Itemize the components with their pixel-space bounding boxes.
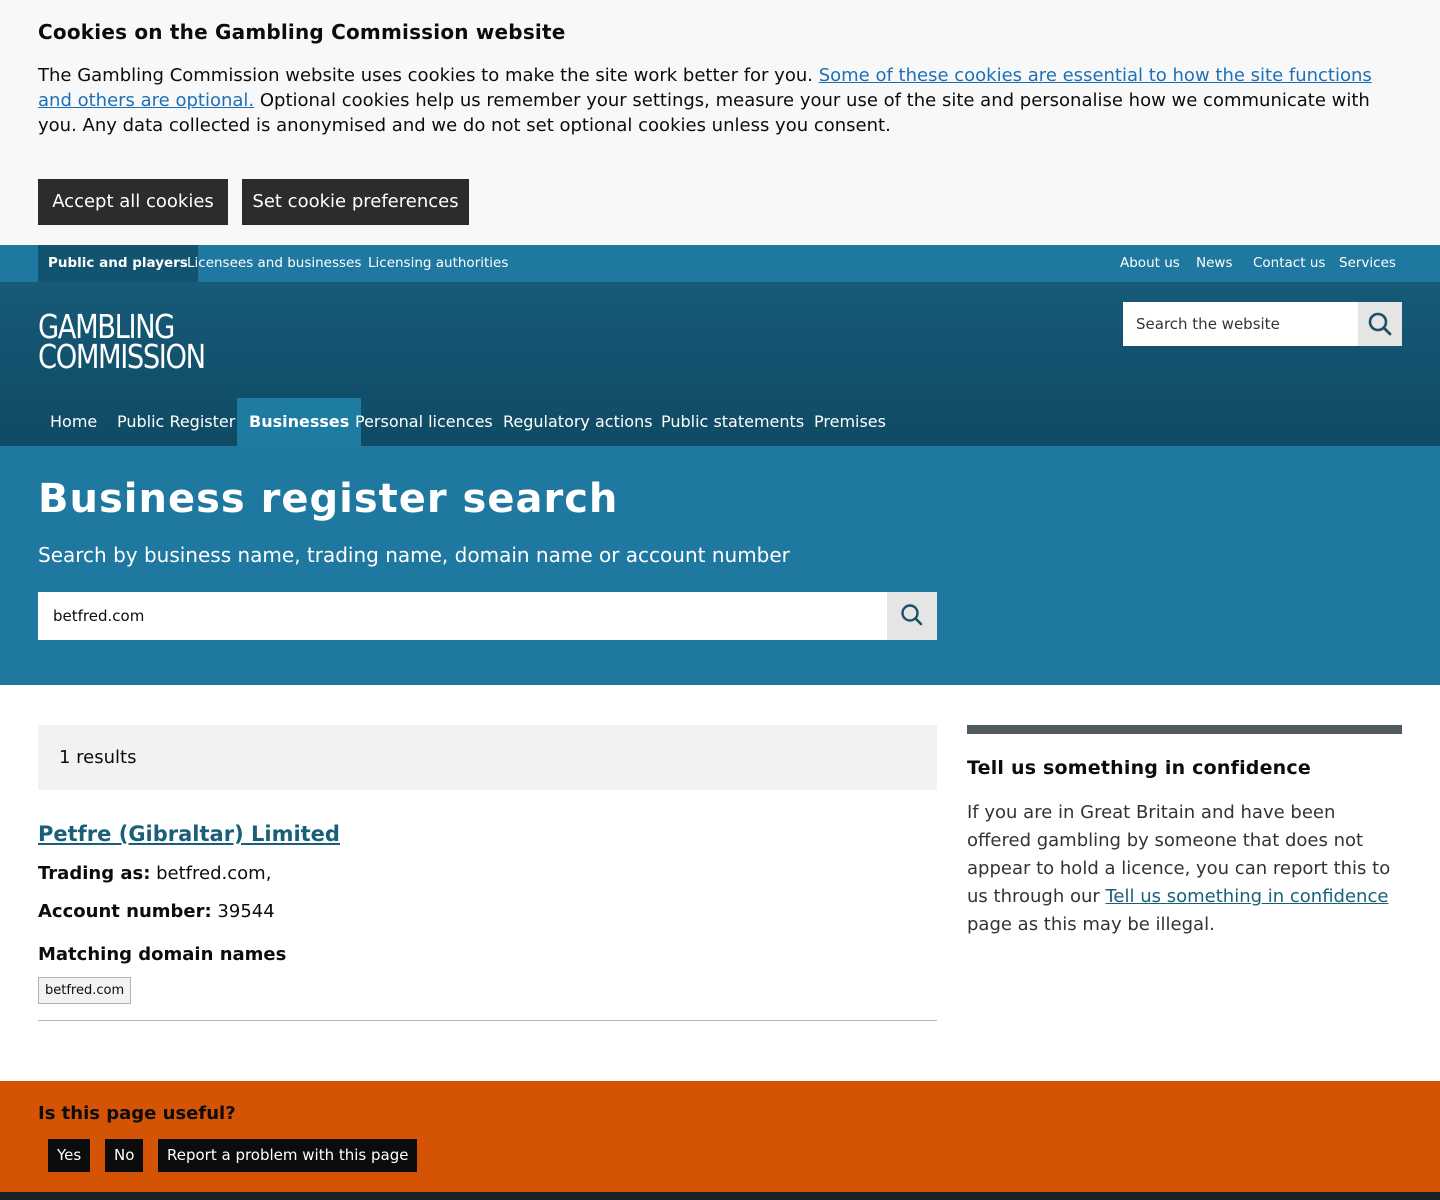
result-trading-as: Trading as: betfred.com, (38, 863, 271, 884)
cookie-banner: Cookies on the Gambling Commission websi… (0, 0, 1440, 245)
tell-us-in-confidence-link[interactable]: Tell us something in confidence (1106, 886, 1389, 907)
nav-premises[interactable]: Premises (802, 398, 898, 446)
feedback-yes-button[interactable]: Yes (48, 1139, 91, 1172)
topbar-services[interactable]: Services (1339, 245, 1396, 282)
cookie-preferences-button[interactable]: Set cookie preferences (242, 179, 469, 225)
accept-cookies-button[interactable]: Accept all cookies (38, 179, 228, 225)
nav-personal-licences[interactable]: Personal licences (343, 398, 505, 446)
topbar-news[interactable]: News (1196, 245, 1232, 282)
gambling-commission-logo[interactable]: GAMBLING COMMISSION (38, 310, 219, 376)
feedback-question: Is this page useful? (38, 1103, 236, 1124)
register-search-button[interactable] (887, 592, 937, 640)
topbar-licensees-and-businesses[interactable]: Licensees and businesses (187, 245, 361, 282)
register-search-input[interactable] (38, 592, 887, 640)
nav-regulatory-actions[interactable]: Regulatory actions (491, 398, 665, 446)
cookie-text-intro: The Gambling Commission website uses coo… (38, 65, 819, 86)
page-subtitle: Search by business name, trading name, d… (38, 543, 790, 567)
site-search-input[interactable] (1123, 302, 1358, 346)
cookie-banner-text: The Gambling Commission website uses coo… (38, 63, 1403, 138)
sidebar-text-rest: page as this may be illegal. (967, 914, 1215, 935)
topbar-contact-us[interactable]: Contact us (1253, 245, 1325, 282)
result-divider (38, 1020, 937, 1021)
feedback-no-button[interactable]: No (105, 1139, 144, 1172)
audience-bar: Public and players Licensees and busines… (0, 245, 1440, 282)
domain-tag: betfred.com (38, 977, 132, 1004)
site-header: GAMBLING COMMISSION Home Public Register… (0, 282, 1440, 446)
sidebar-text: If you are in Great Britain and have bee… (967, 799, 1402, 939)
results-count: 1 results (38, 725, 937, 790)
sidebar-top-bar (967, 725, 1402, 734)
result-account-number: Account number: 39544 (38, 901, 275, 922)
account-number-label: Account number: (38, 901, 212, 922)
site-search (1123, 302, 1402, 346)
topbar-about-us[interactable]: About us (1120, 245, 1180, 282)
search-icon (1368, 312, 1392, 336)
result-business-name-link[interactable]: Petfre (Gibraltar) Limited (38, 822, 340, 846)
logo-line-2: COMMISSION (38, 337, 206, 376)
nav-public-statements[interactable]: Public statements (649, 398, 816, 446)
register-search-hero: Business register search Search by busin… (0, 446, 1440, 685)
register-search (38, 592, 937, 640)
footer (0, 1192, 1440, 1200)
page-feedback: Is this page useful? Yes No Report a pro… (0, 1081, 1440, 1192)
trading-as-label: Trading as: (38, 863, 151, 884)
topbar-public-and-players[interactable]: Public and players (38, 245, 198, 282)
page-title: Business register search (38, 476, 619, 522)
topbar-licensing-authorities[interactable]: Licensing authorities (368, 245, 508, 282)
confidence-sidebar: Tell us something in confidence If you a… (967, 725, 1402, 939)
search-icon (901, 604, 923, 626)
report-problem-button[interactable]: Report a problem with this page (158, 1139, 418, 1172)
site-search-button[interactable] (1358, 302, 1402, 346)
nav-public-register[interactable]: Public Register (105, 398, 247, 446)
matching-domains-heading: Matching domain names (38, 944, 287, 965)
nav-home[interactable]: Home (38, 398, 109, 446)
trading-as-value: betfred.com, (150, 863, 272, 884)
sidebar-title: Tell us something in confidence (967, 757, 1311, 779)
cookie-banner-title: Cookies on the Gambling Commission websi… (38, 20, 566, 44)
account-number-value: 39544 (211, 901, 275, 922)
